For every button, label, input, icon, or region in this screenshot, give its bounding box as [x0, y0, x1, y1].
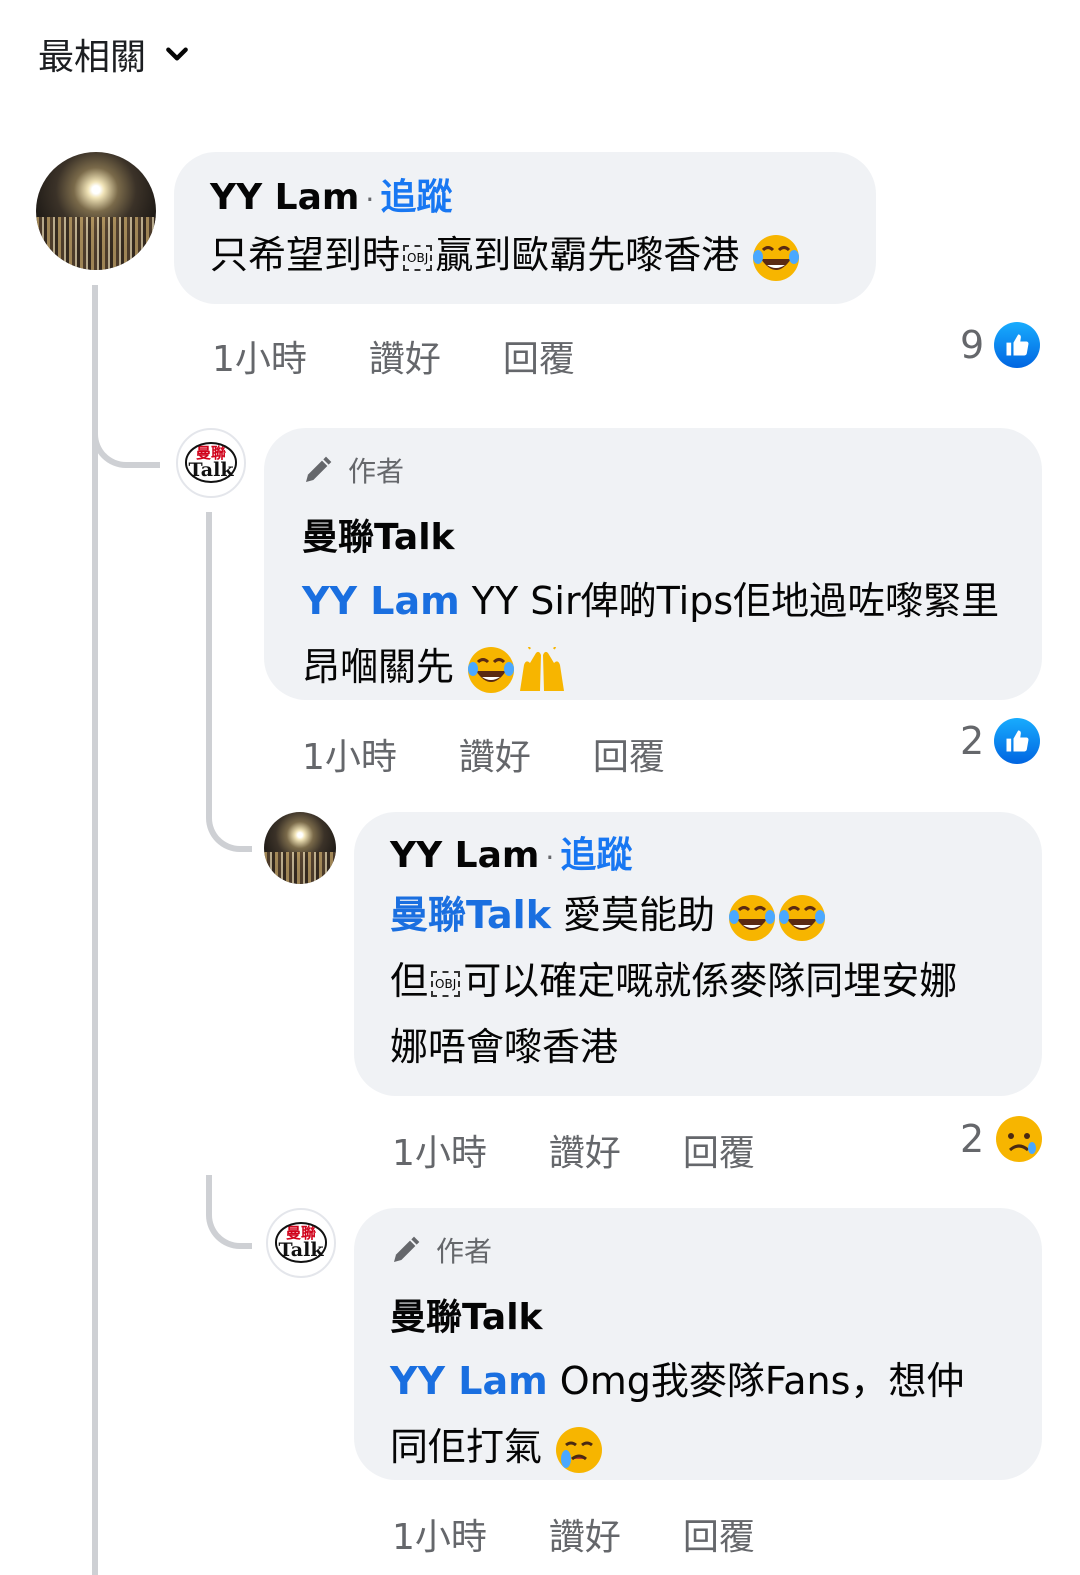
comment-text: YY Lam YY Sir俾啲Tips佢地過咗嚟緊里昂嗰關先 — [302, 568, 1004, 700]
sort-dropdown[interactable]: 最相關 — [38, 28, 190, 80]
mention-link[interactable]: YY Lam — [302, 579, 460, 623]
sad-icon — [996, 1116, 1043, 1162]
laughing-tears-icon — [468, 646, 515, 693]
avatar[interactable]: 曼聯 Talk — [266, 1208, 336, 1278]
author-name[interactable]: YY Lam — [390, 835, 539, 876]
timestamp[interactable]: 1小時 — [302, 728, 397, 780]
comment-bubble: YY Lam · 追蹤 曼聯Talk 愛莫能助 但 OBJ 可以確定嘅就係麥隊同埋安… — [354, 812, 1042, 1096]
thread-branch — [206, 780, 252, 852]
timestamp[interactable]: 1小時 — [392, 1508, 487, 1560]
thread-branch — [92, 400, 160, 468]
like-icon — [994, 718, 1041, 764]
crying-face-icon — [556, 1426, 603, 1473]
chevron-down-icon — [166, 47, 188, 61]
comment-text: 曼聯Talk 愛莫能助 但 OBJ 可以確定嘅就係麥隊同埋安娜 娜唔會嚟香港 — [390, 893, 958, 1069]
timestamp[interactable]: 1小時 — [392, 1124, 487, 1176]
timestamp[interactable]: 1小時 — [212, 330, 307, 382]
avatar[interactable] — [36, 152, 156, 270]
thread-branch — [206, 1175, 252, 1249]
comment-actions: 1小時 讚好 回覆 — [392, 1508, 817, 1560]
reaction-count: 2 — [960, 719, 985, 763]
separator-dot: · — [365, 183, 375, 216]
talk-logo: 曼聯 Talk — [268, 1210, 334, 1276]
obj-placeholder-icon: OBJ — [403, 244, 433, 271]
comment-bubble: YY Lam · 追蹤 只希望到時 OBJ 贏到歐霸先嚟香港 — [174, 152, 876, 304]
thread-line — [92, 285, 98, 1575]
author-name[interactable]: YY Lam — [210, 177, 359, 218]
author-name[interactable]: 曼聯Talk — [390, 1288, 1006, 1340]
like-button[interactable]: 讚好 — [549, 1124, 621, 1176]
mention-link[interactable]: 曼聯Talk — [390, 893, 551, 937]
pencil-icon — [394, 1236, 420, 1262]
laughing-tears-icon — [753, 234, 800, 281]
comment-actions: 1小時 讚好 回覆 — [392, 1124, 817, 1176]
reply-button[interactable]: 回覆 — [683, 1508, 755, 1560]
reaction-summary[interactable]: 2 — [960, 1114, 1044, 1164]
reply-button[interactable]: 回覆 — [593, 728, 665, 780]
author-name[interactable]: 曼聯Talk — [302, 508, 1004, 560]
comment-actions: 1小時 讚好 回覆 — [302, 728, 727, 780]
reaction-count: 9 — [960, 323, 985, 367]
thread-line — [206, 512, 212, 812]
author-badge: 作者 — [390, 1230, 1006, 1270]
separator-dot: · — [545, 841, 555, 874]
reply-button[interactable]: 回覆 — [683, 1124, 755, 1176]
talk-logo: 曼聯 Talk — [178, 430, 244, 496]
sort-label: 最相關 — [38, 37, 147, 78]
follow-button[interactable]: 追蹤 — [560, 826, 632, 878]
like-button[interactable]: 讚好 — [369, 330, 441, 382]
like-icon — [994, 322, 1041, 368]
like-button[interactable]: 讚好 — [549, 1508, 621, 1560]
avatar[interactable]: 曼聯 Talk — [176, 428, 246, 498]
raising-hands-icon — [520, 646, 565, 691]
comment-bubble: 作者 曼聯Talk YY Lam YY Sir俾啲Tips佢地過咗嚟緊里昂嗰關先 — [264, 428, 1042, 700]
comment-bubble: 作者 曼聯Talk YY Lam Omg我麥隊Fans，想仲 同佢打氣 — [354, 1208, 1042, 1480]
reaction-count: 2 — [960, 1117, 985, 1161]
comment-text: 只希望到時 OBJ 贏到歐霸先嚟香港 — [210, 222, 840, 288]
avatar[interactable] — [264, 812, 336, 884]
follow-button[interactable]: 追蹤 — [380, 168, 452, 220]
laughing-tears-icon — [729, 894, 776, 941]
laughing-tears-icon — [779, 894, 826, 941]
comment-actions: 1小時 讚好 回覆 — [212, 330, 637, 382]
reaction-summary[interactable]: 2 — [960, 718, 1041, 764]
mention-link[interactable]: YY Lam — [390, 1359, 548, 1403]
like-button[interactable]: 讚好 — [459, 728, 531, 780]
obj-placeholder-icon: OBJ — [431, 970, 461, 997]
reply-button[interactable]: 回覆 — [503, 330, 575, 382]
author-badge: 作者 — [302, 450, 1004, 490]
reaction-summary[interactable]: 9 — [960, 322, 1041, 368]
comment-text: YY Lam Omg我麥隊Fans，想仲 同佢打氣 — [390, 1348, 1006, 1480]
pencil-icon — [306, 456, 332, 482]
